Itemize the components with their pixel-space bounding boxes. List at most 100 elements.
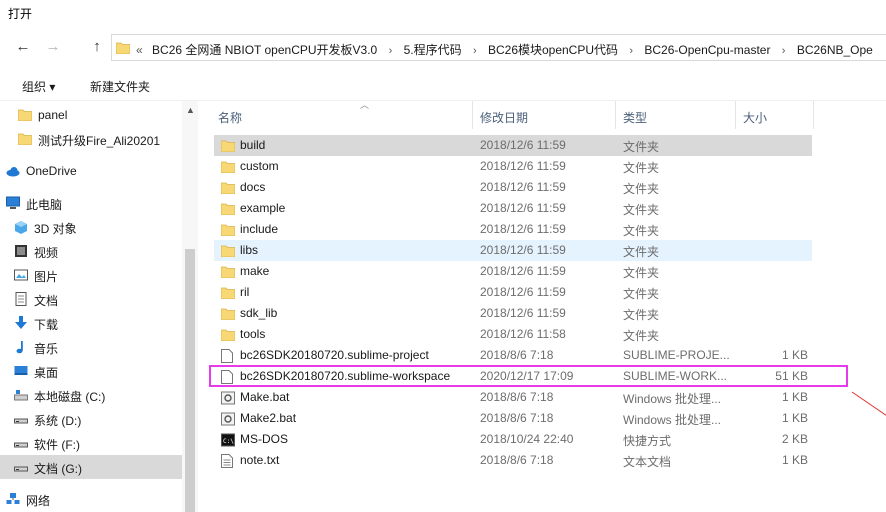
column-divider[interactable] [813,101,814,129]
forward-button[interactable]: → [44,38,62,56]
chevron-right-icon[interactable]: › [389,45,393,57]
sidebar-item-label: 此电脑 [26,198,63,212]
file-size: 1 KB [781,411,808,425]
file-type: 文件夹 [623,182,660,196]
up-button[interactable]: ↑ [88,38,106,56]
sidebar-item-label: 文档 [34,294,59,308]
sidebar-item[interactable]: OneDrive [0,159,182,183]
toolbar: 组织 ▾ 新建文件夹 [0,68,886,100]
file-row[interactable]: sdk_lib 2018/12/6 11:59 文件夹 [214,303,812,324]
file-date: 2018/12/6 11:59 [480,222,566,236]
file-row[interactable]: bc26SDK20180720.sublime-project 2018/8/6 … [214,345,812,366]
breadcrumb-item[interactable]: 5.程序代码 [404,43,462,57]
file-type: 文件夹 [623,308,660,322]
sidebar-item[interactable]: 下载 [0,311,182,335]
sidebar-item[interactable]: 测试升级Fire_Ali20201 [0,127,182,151]
svg-text:C:\: C:\ [223,438,234,445]
sidebar-item[interactable]: 网络 [0,487,182,511]
sidebar-item-label: 下载 [34,318,59,332]
sidebar-item[interactable]: panel [0,103,182,127]
new-folder-button[interactable]: 新建文件夹 [90,78,150,95]
breadcrumb-overflow[interactable]: « [136,43,143,57]
sidebar-item-label: 测试升级Fire_Ali20201 [38,134,161,148]
sidebar-item[interactable]: 软件 (F:) [0,431,182,455]
breadcrumb-item[interactable]: BC26 全网通 NBIOT openCPU开发板V3.0 [152,43,377,57]
folder-icon [17,132,33,146]
scroll-up-icon[interactable]: ▲ [186,105,195,115]
file-name: build [240,138,266,152]
sort-ascending-icon: ︿ [360,100,370,110]
column-divider[interactable] [615,101,616,129]
network-icon [6,492,20,506]
sidebar-item[interactable]: 系统 (D:) [0,407,182,431]
sidebar-item-label: 软件 (F:) [34,438,80,452]
cube-icon [14,220,28,234]
folder-icon [220,244,236,258]
address-row: ← → ↑ « BC26 全网通 NBIOT openCPU开发板V3.0 › … [0,30,886,64]
file-row[interactable]: custom 2018/12/6 11:59 文件夹 [214,156,812,177]
desktop-icon [14,364,28,378]
file-date: 2018/12/6 11:59 [480,159,566,173]
organize-button[interactable]: 组织 ▾ [22,78,55,95]
scrollbar-thumb[interactable] [185,249,195,512]
file-row[interactable]: example 2018/12/6 11:59 文件夹 [214,198,812,219]
sidebar-item-label: 本地磁盘 (C:) [34,390,106,404]
file-row[interactable]: build 2018/12/6 11:59 文件夹 [214,135,812,156]
sidebar-item[interactable]: 文档 [0,287,182,311]
file-row[interactable]: tools 2018/12/6 11:58 文件夹 [214,324,812,345]
file-date: 2018/12/6 11:59 [480,180,566,194]
file-row[interactable]: C:\ MS-DOS 2018/10/24 22:40 快捷方式 2 KB [214,429,812,450]
address-bar[interactable]: « BC26 全网通 NBIOT openCPU开发板V3.0 › 5.程序代码… [111,34,886,61]
back-button[interactable]: ← [14,38,32,56]
batch-icon [221,412,235,426]
column-header-name[interactable]: 名称 ︿ [218,100,476,131]
chevron-right-icon[interactable]: › [629,45,633,57]
column-divider[interactable] [735,101,736,129]
file-row[interactable]: note.txt 2018/8/6 7:18 文本文档 1 KB [214,450,812,471]
sidebar-item[interactable]: 3D 对象 [0,215,182,239]
sidebar-item[interactable]: 视频 [0,239,182,263]
breadcrumb-item[interactable]: BC26NB_Ope [797,43,873,57]
sidebar-item-label: 音乐 [34,342,59,356]
column-header-type[interactable]: 类型 [623,101,735,131]
file-type: 快捷方式 [623,434,672,448]
shortcut-icon: C:\ [221,433,235,447]
sidebar-item-label: 桌面 [34,366,59,380]
file-name: Make2.bat [240,411,297,425]
sidebar-item[interactable]: 桌面 [0,359,182,383]
file-name: libs [240,243,259,257]
sidebar-item[interactable]: 本地磁盘 (C:) [0,383,182,407]
sidebar-item[interactable]: 图片 [0,263,182,287]
chevron-right-icon[interactable]: › [473,45,477,57]
file-row[interactable]: ril 2018/12/6 11:59 文件夹 [214,282,812,303]
file-date: 2018/8/6 7:18 [480,453,554,467]
file-date: 2018/10/24 22:40 [480,432,574,446]
column-type-label: 类型 [623,111,648,125]
file-row[interactable]: make 2018/12/6 11:59 文件夹 [214,261,812,282]
music-icon [14,340,28,354]
file-name: Make.bat [240,390,290,404]
file-size: 2 KB [781,432,808,446]
sidebar-item[interactable]: 此电脑 [0,191,182,215]
chevron-right-icon[interactable]: › [782,45,786,57]
file-row[interactable]: docs 2018/12/6 11:59 文件夹 [214,177,812,198]
sidebar-item[interactable]: 音乐 [0,335,182,359]
folder-icon [220,181,236,195]
column-header-size[interactable]: 大小 [743,101,813,131]
file-row[interactable]: Make.bat 2018/8/6 7:18 Windows 批处理... 1 KB [214,387,812,408]
breadcrumb-item[interactable]: BC26-OpenCpu-master [644,43,770,57]
file-name: docs [240,180,266,194]
file-row[interactable]: Make2.bat 2018/8/6 7:18 Windows 批处理... 1 KB [214,408,812,429]
file-row[interactable]: libs 2018/12/6 11:59 文件夹 [214,240,812,261]
file-date: 2018/12/6 11:59 [480,264,566,278]
column-header-date[interactable]: 修改日期 [480,101,620,131]
file-type: SUBLIME-PROJE... [623,348,730,362]
breadcrumb-item[interactable]: BC26模块openCPU代码 [488,43,618,57]
sidebar-scrollbar[interactable]: ▲ [182,101,198,512]
file-row[interactable]: include 2018/12/6 11:59 文件夹 [214,219,812,240]
file-name: include [240,222,279,236]
folder-icon [17,108,33,122]
sidebar-item-label: 文档 (G:) [34,462,82,476]
column-divider[interactable] [472,101,473,129]
sidebar-item[interactable]: 文档 (G:) [0,455,182,479]
